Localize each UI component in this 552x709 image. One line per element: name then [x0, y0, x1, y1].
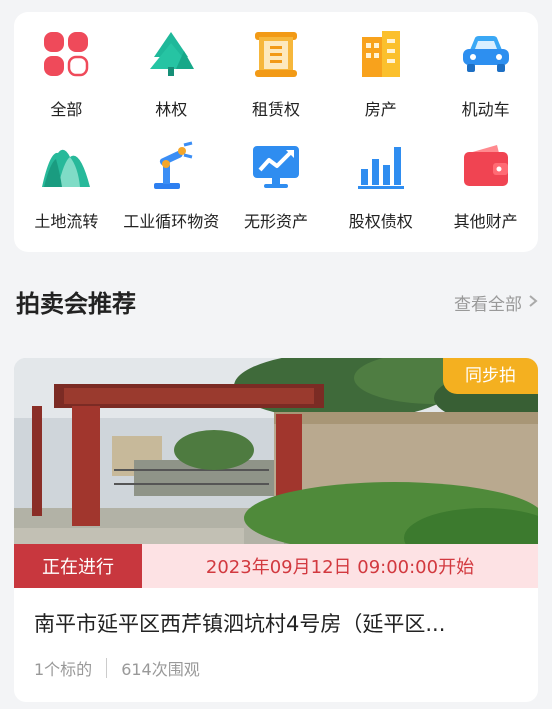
- auction-card[interactable]: 同步拍 正在进行 2023年09月12日 09:00:00开始 南平市延平区西芹…: [14, 358, 538, 702]
- wallet-icon: [460, 140, 512, 192]
- all-grid-icon: [40, 28, 92, 80]
- category-lease[interactable]: 租赁权: [224, 28, 329, 140]
- view-all-link[interactable]: 查看全部: [454, 290, 538, 315]
- car-icon: [460, 28, 512, 80]
- category-label: 其他财产: [453, 212, 518, 231]
- category-intangible[interactable]: 无形资产: [224, 140, 329, 252]
- meta-divider: [106, 658, 108, 678]
- auction-meta: 1个标的 614次围观: [34, 656, 200, 680]
- category-all[interactable]: 全部: [14, 28, 119, 140]
- category-label: 机动车: [461, 100, 510, 119]
- category-label: 工业循环物资: [123, 212, 220, 231]
- land-mountain-icon: [40, 140, 92, 192]
- category-land[interactable]: 土地流转: [14, 140, 119, 252]
- view-count: 614次围观: [121, 660, 200, 679]
- view-all-label: 查看全部: [454, 295, 522, 315]
- forest-icon: [145, 28, 197, 80]
- auction-section-header: 拍卖会推荐 查看全部: [16, 282, 538, 322]
- category-label: 房产: [364, 100, 397, 119]
- bar-chart-icon: [355, 140, 407, 192]
- section-title: 拍卖会推荐: [16, 290, 136, 318]
- category-panel: 全部 林权 租赁权 房产 机动车 土地流转 工业循环物资 无形资产 股权债权 其…: [14, 12, 538, 252]
- auction-status-bar: 正在进行 2023年09月12日 09:00:00开始: [14, 544, 538, 588]
- robot-arm-icon: [145, 140, 197, 192]
- trend-monitor-icon: [250, 140, 302, 192]
- category-industrial[interactable]: 工业循环物资: [119, 140, 224, 252]
- category-label: 无形资产: [243, 212, 308, 231]
- chevron-right-icon: [528, 293, 538, 313]
- category-label: 土地流转: [34, 212, 99, 231]
- status-badge: 正在进行: [14, 544, 142, 588]
- sync-auction-badge: 同步拍: [443, 358, 538, 394]
- building-icon: [355, 28, 407, 80]
- category-grid: 全部 林权 租赁权 房产 机动车 土地流转 工业循环物资 无形资产 股权债权 其…: [14, 28, 538, 252]
- start-time: 2023年09月12日 09:00:00开始: [142, 544, 538, 588]
- category-property[interactable]: 房产: [328, 28, 433, 140]
- lease-scroll-icon: [250, 28, 302, 80]
- category-label: 林权: [155, 100, 188, 119]
- category-label: 全部: [50, 100, 83, 119]
- category-label: 租赁权: [251, 100, 300, 119]
- lot-count: 1个标的: [34, 660, 93, 679]
- category-other[interactable]: 其他财产: [433, 140, 538, 252]
- auction-title[interactable]: 南平市延平区西芹镇泗坑村4号房（延平区...: [34, 608, 524, 638]
- category-equity[interactable]: 股权债权: [328, 140, 433, 252]
- category-vehicle[interactable]: 机动车: [433, 28, 538, 140]
- category-label: 股权债权: [348, 212, 413, 231]
- category-forest[interactable]: 林权: [119, 28, 224, 140]
